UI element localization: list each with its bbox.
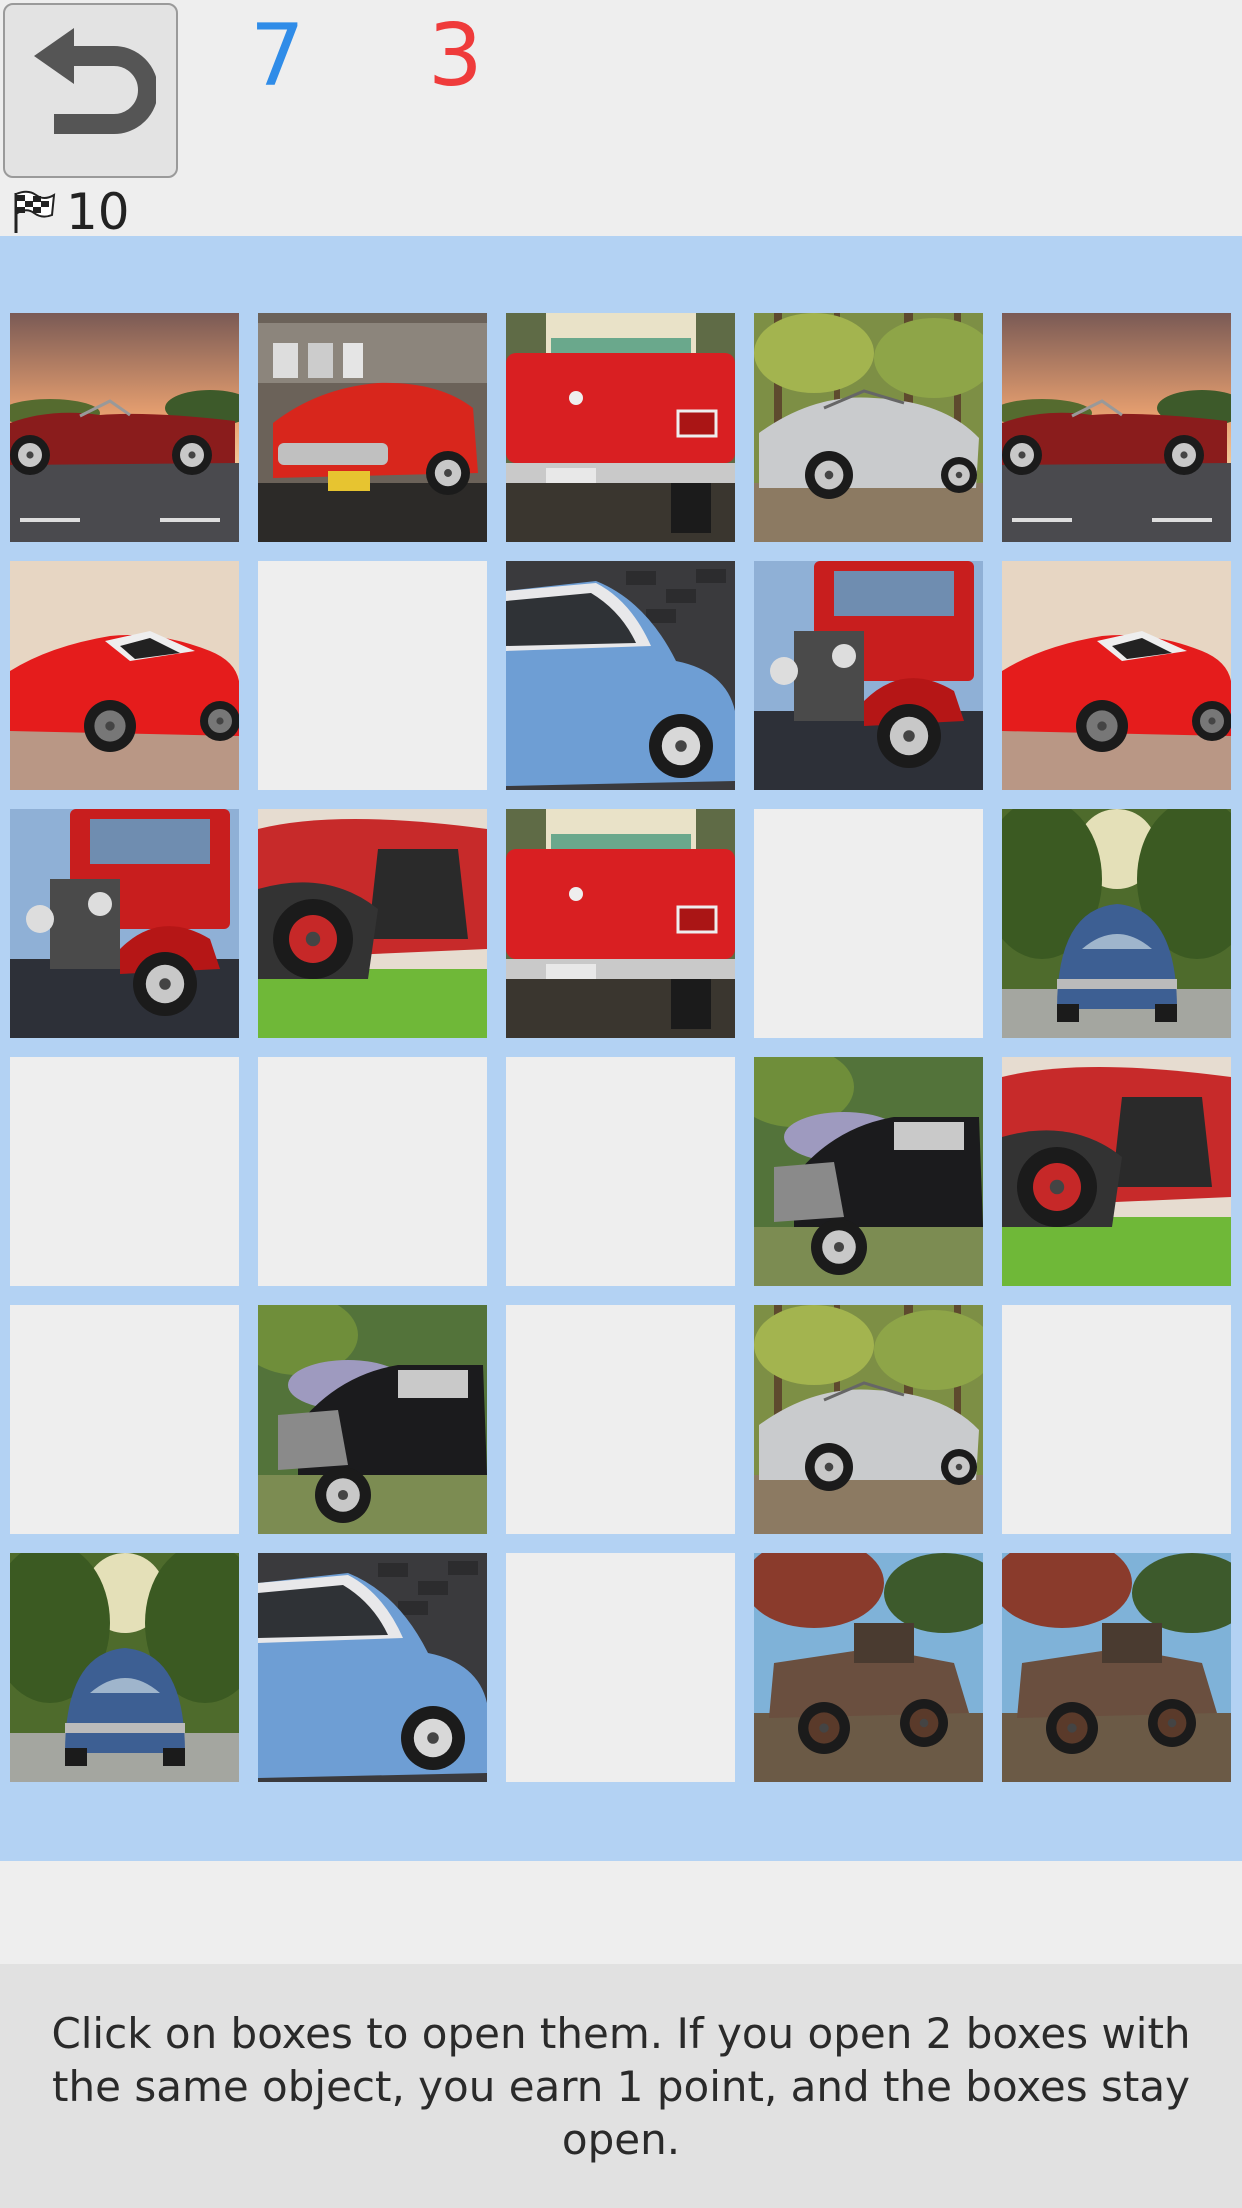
- tile-closed[interactable]: [258, 561, 487, 790]
- tile-red-ferrari[interactable]: [10, 561, 239, 790]
- tile-red-hot-rod[interactable]: [10, 809, 239, 1038]
- undo-arrow-icon: [33, 27, 156, 134]
- tile-red-thunderbird[interactable]: [258, 313, 487, 542]
- tile-rusty-antique-car[interactable]: [1002, 1553, 1231, 1782]
- tile-red-ferrari[interactable]: [1002, 561, 1231, 790]
- blue-smart-car-image: [258, 1553, 487, 1782]
- red-roadster-sunset-image: [10, 313, 239, 542]
- footer: Click on boxes to open them. If you open…: [0, 1964, 1242, 2208]
- tile-black-hot-rod[interactable]: [258, 1305, 487, 1534]
- blue-smart-car-image: [506, 561, 735, 790]
- tile-silver-porsche[interactable]: [754, 313, 983, 542]
- red-thunderbird-image: [258, 313, 487, 542]
- undo-button[interactable]: [3, 3, 178, 178]
- tile-closed[interactable]: [10, 1057, 239, 1286]
- red-mustang-rear-image: [506, 313, 735, 542]
- black-hot-rod-image: [258, 1305, 487, 1534]
- tile-red-mustang-rear[interactable]: [506, 809, 735, 1038]
- rusty-antique-car-image: [1002, 1553, 1231, 1782]
- tile-red-roadster-sunset[interactable]: [10, 313, 239, 542]
- checkered-flag-icon: [14, 190, 56, 233]
- red-mustang-rear-image: [506, 809, 735, 1038]
- tile-red-roadster-sunset[interactable]: [1002, 313, 1231, 542]
- red-old-truck-image: [258, 809, 487, 1038]
- red-ferrari-image: [10, 561, 239, 790]
- player1-score: 7: [250, 6, 305, 106]
- top-bar: 7 3 10: [0, 0, 1242, 241]
- red-hot-rod-image: [754, 561, 983, 790]
- tile-closed[interactable]: [10, 1305, 239, 1534]
- tile-closed[interactable]: [1002, 1305, 1231, 1534]
- red-ferrari-image: [1002, 561, 1231, 790]
- instructions-text: Click on boxes to open them. If you open…: [51, 2008, 1191, 2164]
- tile-blue-smart-car[interactable]: [258, 1553, 487, 1782]
- tile-closed[interactable]: [506, 1553, 735, 1782]
- moves-counter: 10: [10, 183, 130, 241]
- black-hot-rod-image: [754, 1057, 983, 1286]
- game-board: [0, 236, 1242, 1861]
- tile-black-hot-rod[interactable]: [754, 1057, 983, 1286]
- rusty-antique-car-image: [754, 1553, 983, 1782]
- red-old-truck-image: [1002, 1057, 1231, 1286]
- tile-red-old-truck[interactable]: [258, 809, 487, 1038]
- tile-closed[interactable]: [258, 1057, 487, 1286]
- tile-blue-smart-car[interactable]: [506, 561, 735, 790]
- silver-porsche-image: [754, 313, 983, 542]
- red-roadster-sunset-image: [1002, 313, 1231, 542]
- player2-score: 3: [428, 6, 483, 106]
- tile-red-mustang-rear[interactable]: [506, 313, 735, 542]
- blue-beetle-image: [10, 1553, 239, 1782]
- tile-blue-beetle[interactable]: [10, 1553, 239, 1782]
- tile-blue-beetle[interactable]: [1002, 809, 1231, 1038]
- tile-red-old-truck[interactable]: [1002, 1057, 1231, 1286]
- silver-porsche-image: [754, 1305, 983, 1534]
- blue-beetle-image: [1002, 809, 1231, 1038]
- tile-rusty-antique-car[interactable]: [754, 1553, 983, 1782]
- tile-red-hot-rod[interactable]: [754, 561, 983, 790]
- red-hot-rod-image: [10, 809, 239, 1038]
- tile-closed[interactable]: [754, 809, 983, 1038]
- tile-closed[interactable]: [506, 1305, 735, 1534]
- tile-closed[interactable]: [506, 1057, 735, 1286]
- moves-count: 10: [66, 183, 130, 241]
- tile-silver-porsche[interactable]: [754, 1305, 983, 1534]
